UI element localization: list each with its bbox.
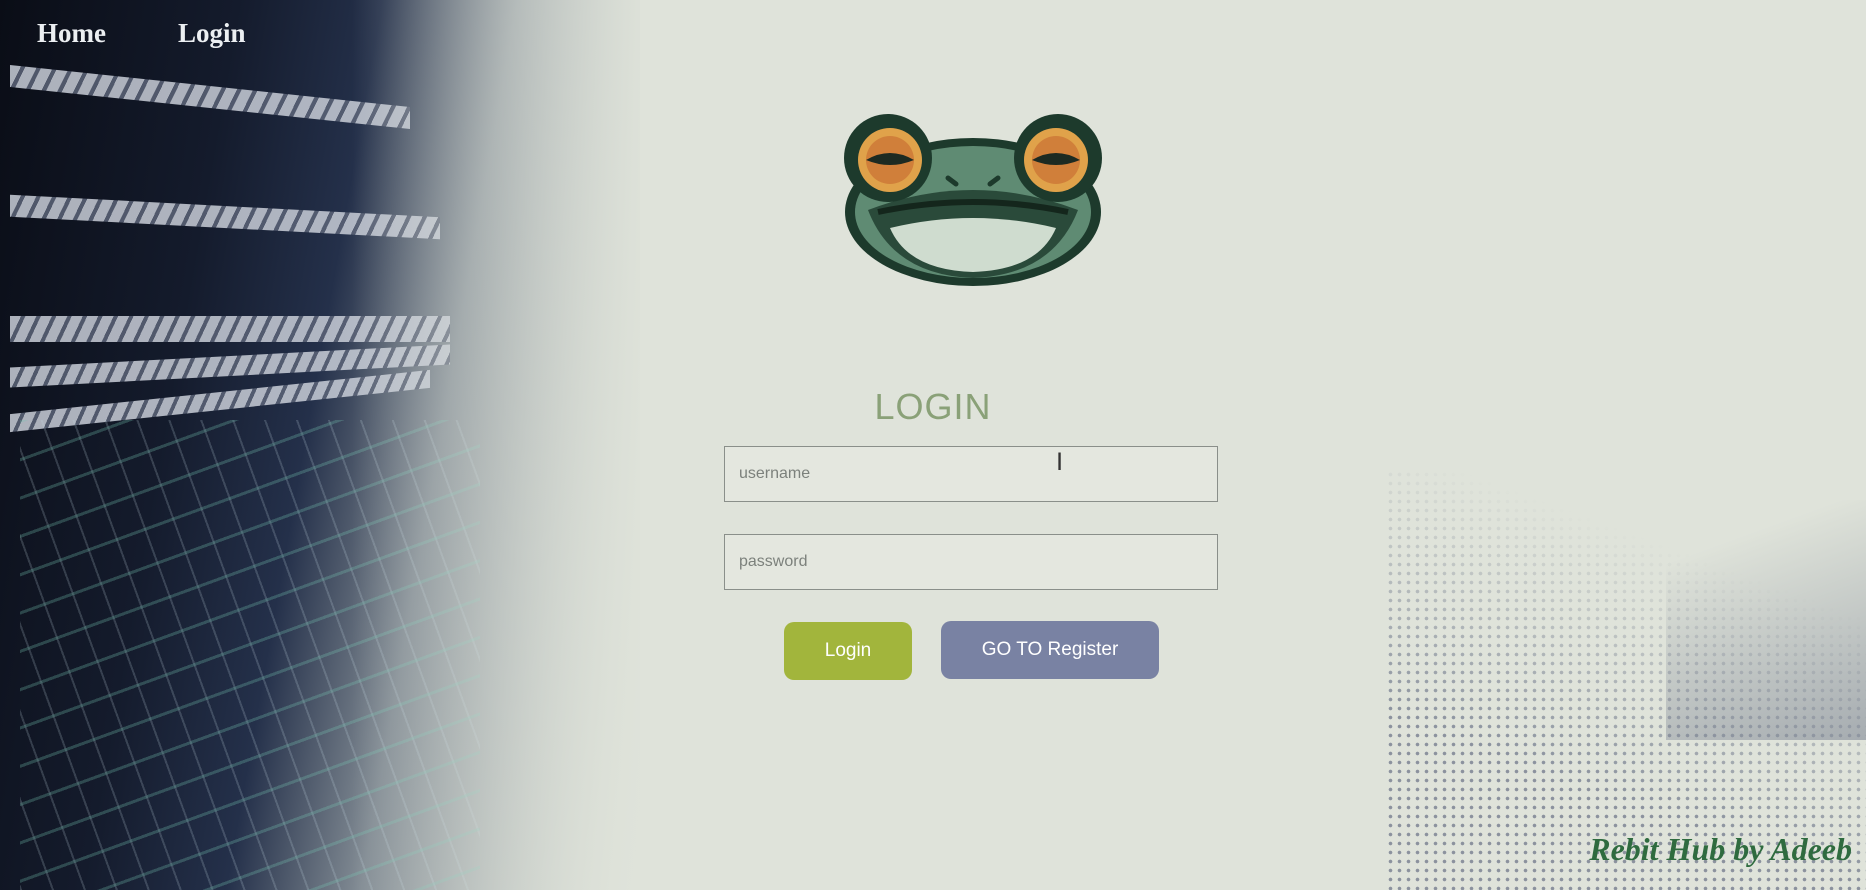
top-nav: Home Login	[37, 18, 246, 49]
password-input[interactable]	[724, 534, 1218, 590]
frog-logo-icon	[838, 100, 1108, 290]
background-left-building	[0, 0, 640, 890]
go-to-register-button[interactable]: GO TO Register	[941, 621, 1159, 679]
background-fade	[0, 0, 640, 890]
footer-credit: Rebit Hub by Adeeb	[1589, 831, 1852, 867]
username-input[interactable]	[724, 446, 1218, 502]
text-cursor-icon: I	[1056, 448, 1064, 476]
login-button[interactable]: Login	[784, 622, 912, 680]
nav-home-link[interactable]: Home	[37, 18, 106, 49]
login-title: LOGIN	[874, 386, 992, 427]
nav-login-link[interactable]: Login	[178, 18, 246, 49]
background-right-building	[1386, 470, 1866, 890]
